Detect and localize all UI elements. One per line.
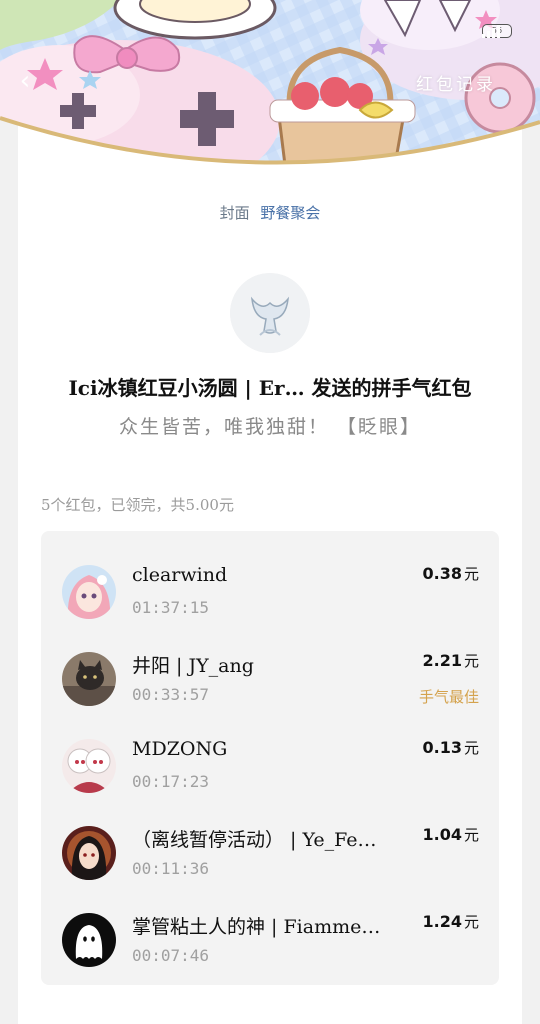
avatar[interactable]: [62, 565, 116, 619]
recipient-list: clearwind 01:37:15 0.38 元 井阳 | JY_ang 00:…: [41, 531, 499, 985]
list-item[interactable]: （离线暂停活动） | Ye_Fe… 00:11:36 1.04 元: [41, 792, 499, 880]
received-amount: 0.38 元: [422, 564, 480, 583]
received-time: 00:17:23: [132, 772, 210, 791]
received-amount: 1.04 元: [422, 825, 480, 844]
best-luck-badge: 手气最佳: [418, 688, 479, 706]
back-button[interactable]: ‹: [10, 66, 40, 96]
cover-illustration: 56 ‹ 红包记录: [0, 0, 540, 180]
cover-label: 封面: [219, 204, 250, 222]
list-item[interactable]: 掌管粘土人的神 | Fiamme… 00:07:46 1.24 元: [41, 879, 499, 967]
received-amount: 2.21 元: [422, 651, 480, 670]
avatar[interactable]: [62, 739, 116, 793]
received-amount: 0.13 元: [422, 738, 480, 757]
received-time: 00:11:36: [132, 859, 210, 878]
received-time: 00:07:46: [132, 946, 210, 965]
chibi-duo-avatar-icon: [62, 739, 116, 793]
recipient-name: MDZONG: [132, 738, 228, 760]
received-amount: 1.24 元: [422, 912, 480, 931]
ghost-avatar-icon: [62, 913, 116, 967]
cover-info: 封面 野餐聚会: [0, 202, 540, 223]
avatar[interactable]: [62, 826, 116, 880]
list-item[interactable]: 井阳 | JY_ang 00:33:57 2.21 元 手气最佳: [41, 618, 499, 706]
sender-title: Ici冰镇红豆小汤圆 | Er… 发送的拼手气红包: [68, 376, 472, 400]
recipient-name: 掌管粘土人的神 | Fiamme…: [132, 916, 381, 938]
recipient-name: clearwind: [132, 564, 228, 586]
anime-girl-avatar-icon: [62, 565, 116, 619]
avatar[interactable]: [62, 652, 116, 706]
recipient-name: （离线暂停活动） | Ye_Fe…: [132, 829, 377, 851]
cover-name-link[interactable]: 野餐聚会: [260, 204, 320, 222]
sender-avatar[interactable]: [230, 273, 310, 353]
packet-summary: 5个红包，已领完，共5.00元: [41, 496, 234, 514]
list-item[interactable]: clearwind 01:37:15 0.38 元: [41, 531, 499, 619]
received-time: 00:33:57: [132, 685, 210, 704]
list-item[interactable]: MDZONG 00:17:23 0.13 元: [41, 705, 499, 793]
received-time: 01:37:15: [132, 598, 210, 617]
greeting-message: 众生皆苦，唯我独甜！ 【眨眼】: [118, 416, 422, 438]
dark-hair-girl-avatar-icon: [62, 826, 116, 880]
signal-icon-2: [482, 25, 500, 38]
cat-photo-avatar-icon: [62, 652, 116, 706]
recipient-name: 井阳 | JY_ang: [132, 655, 254, 677]
whale-tail-icon: [230, 273, 310, 353]
status-bar: 56: [482, 24, 512, 38]
chevron-left-icon: ‹: [19, 66, 31, 96]
page-title: 红包记录: [416, 75, 496, 95]
avatar[interactable]: [62, 913, 116, 967]
